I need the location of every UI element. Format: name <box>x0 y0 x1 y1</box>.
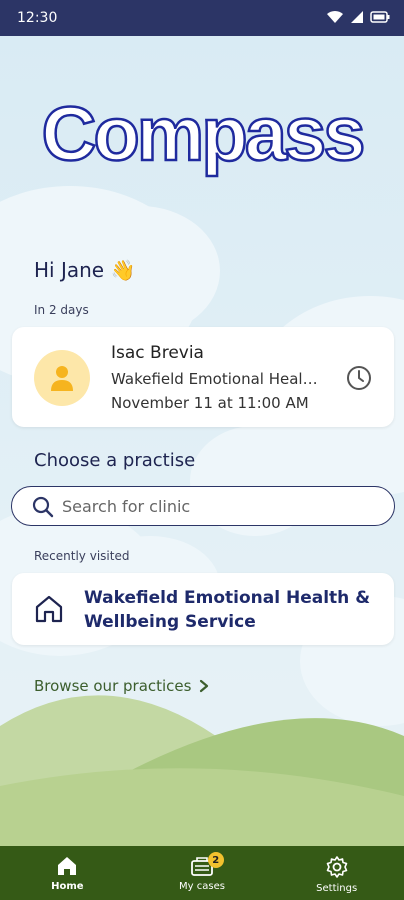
nav-my-cases-label: My cases <box>179 881 225 892</box>
nav-my-cases[interactable]: 2 My cases <box>135 846 270 900</box>
appointment-date: November 11 at 11:00 AM <box>111 394 309 412</box>
nav-settings[interactable]: Settings <box>269 846 404 900</box>
status-time: 12:30 <box>17 10 58 26</box>
greeting-text: Hi Jane <box>34 258 105 282</box>
bottom-nav: Home 2 My cases Settings <box>0 846 404 900</box>
search-icon <box>32 496 54 518</box>
browse-practices-link[interactable]: Browse our practices <box>34 677 209 695</box>
avatar <box>34 350 90 406</box>
recent-label: Recently visited <box>34 549 130 563</box>
appointment-name: Isac Brevia <box>111 343 204 363</box>
app-logo-text: Compass <box>41 92 363 177</box>
appointment-card[interactable]: Isac Brevia Wakefield Emotional Health &… <box>12 327 394 427</box>
appointment-clinic: Wakefield Emotional Health & Wellbeing S… <box>111 370 323 388</box>
battery-icon <box>370 11 390 23</box>
home-icon <box>35 595 63 623</box>
practise-title: Choose a practise <box>34 450 196 471</box>
greeting: Hi Jane 👋 <box>34 258 135 282</box>
search-input[interactable] <box>62 495 362 517</box>
upcoming-label: In 2 days <box>34 303 89 317</box>
chevron-right-icon <box>200 679 209 693</box>
status-bar: 12:30 <box>0 0 404 36</box>
recent-practice-name: Wakefield Emotional Health & Wellbeing S… <box>84 588 371 632</box>
app-logo: Compass <box>0 88 404 193</box>
wave-emoji-icon: 👋 <box>110 258 136 282</box>
nav-home[interactable]: Home <box>0 846 135 900</box>
status-icons <box>326 10 390 24</box>
gear-icon <box>326 856 347 878</box>
nav-home-label: Home <box>51 881 84 892</box>
wifi-icon <box>327 10 343 23</box>
search-bar[interactable] <box>11 486 395 526</box>
nav-settings-label: Settings <box>316 883 358 894</box>
cases-badge: 2 <box>207 852 224 868</box>
signal-icon <box>351 11 363 23</box>
clock-icon <box>347 366 371 390</box>
person-icon <box>51 366 73 391</box>
browse-practices-label: Browse our practices <box>34 677 192 695</box>
recent-practice-card[interactable]: Wakefield Emotional Health & Wellbeing S… <box>12 573 394 645</box>
home-icon <box>58 857 77 875</box>
